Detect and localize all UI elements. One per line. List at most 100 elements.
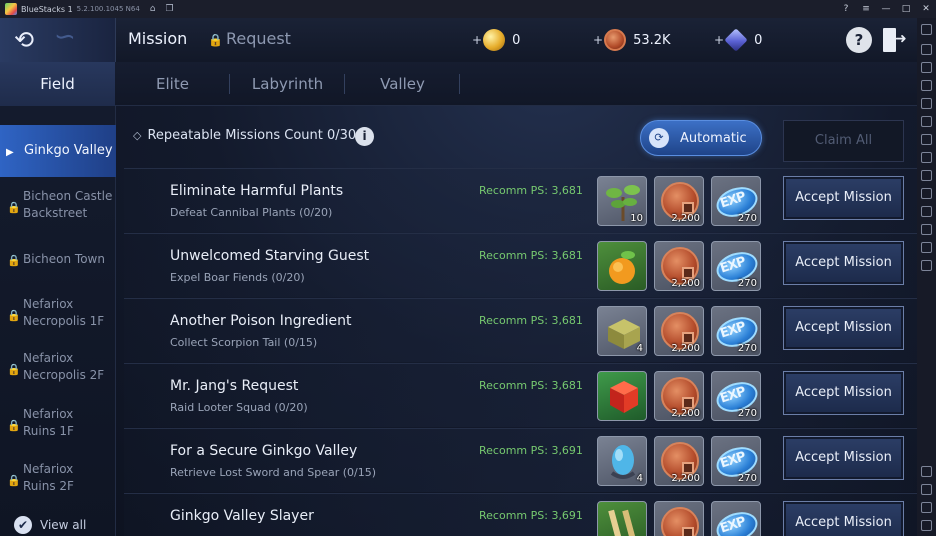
close-window-button[interactable]: ✕	[916, 4, 936, 14]
back-button[interactable]: ⟲ ∽	[0, 18, 116, 62]
eco-mode-icon[interactable]	[921, 260, 932, 271]
gamepad-icon[interactable]	[921, 80, 932, 91]
recommended-power: Recomm PS: 3,681	[479, 379, 583, 392]
tab-field[interactable]: Field	[0, 62, 115, 106]
reward-exp-slot[interactable]: EXP 270	[711, 436, 761, 486]
red-cube-icon	[610, 381, 638, 413]
exit-button[interactable]: ➜	[883, 26, 907, 54]
volume-icon[interactable]	[921, 44, 932, 55]
folder-icon[interactable]	[921, 206, 932, 217]
accept-mission-button[interactable]: Accept Mission	[783, 306, 904, 350]
reward-exp-slot[interactable]: EXP 270	[711, 241, 761, 291]
reward-quantity: 2,200	[671, 343, 700, 354]
install-apk-icon[interactable]	[921, 188, 932, 199]
region-item-nefariox-ruins-2f[interactable]: 🔒 Nefariox Ruins 2F	[0, 461, 116, 501]
region-item-bicheon-castle-backstreet[interactable]: 🔒 Bicheon Castle Backstreet	[0, 188, 116, 228]
tab-mission[interactable]: Mission	[128, 29, 187, 48]
reward-exp-slot[interactable]: EXP 270	[711, 306, 761, 356]
accept-mission-button[interactable]: Accept Mission	[783, 176, 904, 220]
window-version: 5.2.100.1045 N64	[76, 5, 140, 13]
reward-coin-slot[interactable]: 2,200	[654, 176, 704, 226]
copper-currency[interactable]: + 53.2K	[593, 28, 671, 52]
fullscreen-icon[interactable]	[921, 24, 932, 35]
reward-coin-slot[interactable]: 2,200	[654, 371, 704, 421]
macro-icon[interactable]	[921, 134, 932, 145]
copper-amount: 53.2K	[633, 32, 671, 48]
multi-instance-side-icon[interactable]	[921, 242, 932, 253]
tab-valley[interactable]: Valley	[345, 62, 460, 106]
repeatable-missions-count: ◇ Repeatable Missions Count 0/30	[133, 128, 356, 143]
automatic-button[interactable]: ⟳ Automatic	[640, 120, 762, 156]
reward-exp-slot[interactable]: EXP 270	[711, 176, 761, 226]
reward-item-slot[interactable]: 4	[597, 306, 647, 356]
reward-quantity: 270	[737, 408, 757, 419]
gold-currency[interactable]: + 0	[472, 28, 520, 52]
recommended-power: Recomm PS: 3,681	[479, 249, 583, 262]
view-all-label: View all	[40, 518, 87, 532]
help-button[interactable]: ?	[846, 27, 872, 53]
reward-item-slot[interactable]	[597, 501, 647, 536]
mission-objective: Expel Boar Fiends (0/20)	[170, 271, 305, 284]
tab-request[interactable]: 🔒 Request	[208, 29, 291, 48]
reward-quantity: 270	[737, 278, 757, 289]
reward-coin-slot[interactable]: 2,200	[654, 306, 704, 356]
lock-icon: 🔒	[7, 254, 21, 267]
accept-mission-button[interactable]: Accept Mission	[783, 436, 904, 480]
location-icon[interactable]	[921, 224, 932, 235]
back-side-icon[interactable]	[921, 484, 932, 495]
region-item-nefariox-necropolis-1f[interactable]: 🔒 Nefariox Necropolis 1F	[0, 296, 116, 336]
record-icon[interactable]	[921, 116, 932, 127]
recent-apps-icon[interactable]	[921, 520, 932, 531]
home-icon[interactable]: ⌂	[150, 4, 156, 14]
lock-icon: 🔒	[7, 201, 21, 214]
region-item-ginkgo-valley[interactable]: ▶ Ginkgo Valley	[0, 125, 116, 177]
settings-icon[interactable]	[921, 466, 932, 477]
fruit-icon	[609, 251, 635, 284]
accept-mission-button[interactable]: Accept Mission	[783, 501, 904, 536]
recommended-power: Recomm PS: 3,681	[479, 314, 583, 327]
reward-quantity: 4	[636, 473, 643, 484]
reward-coin-slot[interactable]: 2,200	[654, 241, 704, 291]
claim-all-button[interactable]: Claim All	[783, 120, 904, 162]
region-label: Bicheon Town	[23, 252, 105, 266]
region-item-nefariox-necropolis-2f[interactable]: 🔒 Nefariox Necropolis 2F	[0, 350, 116, 390]
menu-window-button[interactable]: ≡	[856, 4, 876, 14]
info-icon[interactable]: i	[355, 127, 374, 146]
keyboard-icon[interactable]	[921, 62, 932, 73]
repeatable-missions-label: Repeatable Missions Count 0/30	[147, 128, 357, 143]
reward-exp-slot[interactable]: EXP 270	[711, 371, 761, 421]
lock-icon: 🔒	[7, 474, 21, 487]
crystal-amount: 0	[754, 32, 763, 48]
crystal-currency[interactable]: + 0	[714, 28, 762, 52]
screenshot-icon[interactable]	[921, 98, 932, 109]
reward-item-slot[interactable]: 4	[597, 436, 647, 486]
region-item-bicheon-town[interactable]: 🔒 Bicheon Town	[0, 251, 116, 271]
reward-coin-slot[interactable]: 2,200	[654, 436, 704, 486]
recommended-power: Recomm PS: 3,691	[479, 509, 583, 522]
accept-mission-button[interactable]: Accept Mission	[783, 371, 904, 415]
view-all-toggle[interactable]: ✔ View all	[14, 516, 86, 534]
accept-mission-button[interactable]: Accept Mission	[783, 241, 904, 285]
help-window-button[interactable]: ?	[836, 4, 856, 14]
reward-exp-slot[interactable]: EXP	[711, 501, 761, 536]
tab-request-label: Request	[225, 29, 291, 48]
reward-item-slot[interactable]	[597, 371, 647, 421]
tab-elite[interactable]: Elite	[115, 62, 230, 106]
shake-icon[interactable]	[921, 152, 932, 163]
scroll-icon	[608, 509, 636, 536]
rotate-icon[interactable]	[921, 170, 932, 181]
region-label: Nefariox Necropolis 1F	[23, 297, 105, 328]
game-viewport: ⟲ ∽ Mission 🔒 Request + 0 + 53.2K + 0 ? ➜	[0, 18, 917, 536]
mission-row: Another Poison Ingredient Collect Scorpi…	[124, 298, 917, 362]
tab-labyrinth[interactable]: Labyrinth	[230, 62, 345, 106]
multi-instance-icon[interactable]: ❐	[166, 4, 174, 14]
reward-item-slot[interactable]: 10	[597, 176, 647, 226]
plus-icon: +	[714, 33, 725, 47]
maximize-button[interactable]: □	[896, 4, 916, 14]
reward-item-slot[interactable]	[597, 241, 647, 291]
region-item-nefariox-ruins-1f[interactable]: 🔒 Nefariox Ruins 1F	[0, 406, 116, 446]
gold-amount: 0	[512, 32, 521, 48]
home-side-icon[interactable]	[921, 502, 932, 513]
reward-coin-slot[interactable]	[654, 501, 704, 536]
minimize-button[interactable]: —	[876, 4, 896, 14]
